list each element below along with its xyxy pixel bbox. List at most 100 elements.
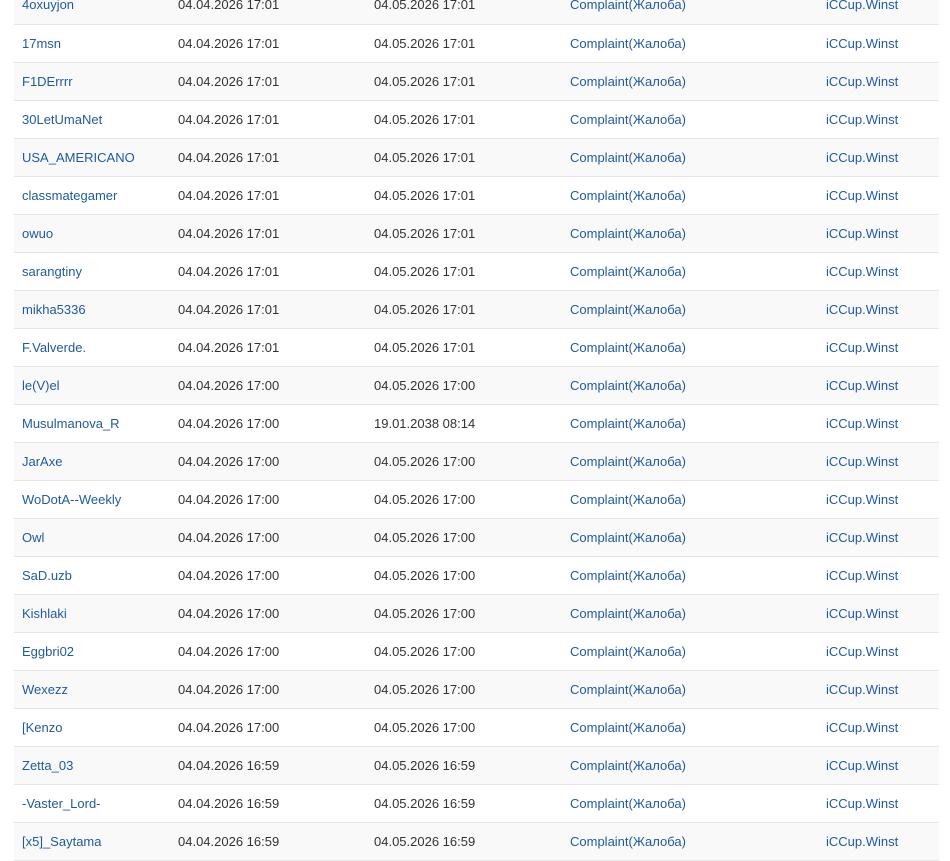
player-name-link[interactable]: Musulmanova_R [22, 416, 120, 431]
player-name-link[interactable]: F1DErrrr [22, 74, 73, 89]
ban-reason-link[interactable]: Complaint(Жалоба) [570, 0, 686, 12]
ban-reason-link[interactable]: Complaint(Жалоба) [570, 454, 686, 469]
ban-reason-link[interactable]: Complaint(Жалоба) [570, 606, 686, 621]
ban-reason-link[interactable]: Complaint(Жалоба) [570, 264, 686, 279]
admin-link[interactable]: iCCup.Winst [826, 302, 898, 317]
admin-link[interactable]: iCCup.Winst [826, 340, 898, 355]
player-name-link[interactable]: WoDotA--Weekly [22, 492, 121, 507]
table-row: SaD.uzb 04.04.2026 17:00 04.05.2026 17:00 C… [14, 556, 939, 594]
player-name-link[interactable]: Kishlaki [22, 606, 67, 621]
player-name-link[interactable]: Zetta_03 [22, 758, 73, 773]
player-name-link[interactable]: USA_AMERICANO [22, 150, 135, 165]
admin-link[interactable]: iCCup.Winst [826, 568, 898, 583]
admin-link[interactable]: iCCup.Winst [826, 416, 898, 431]
player-name-link[interactable]: 4oxuyjon [22, 0, 74, 12]
admin-link[interactable]: iCCup.Winst [826, 758, 898, 773]
admin-link[interactable]: iCCup.Winst [826, 606, 898, 621]
player-name-link[interactable]: F.Valverde. [22, 340, 86, 355]
ban-end-date: 04.05.2026 17:00 [374, 681, 476, 697]
admin-link[interactable]: iCCup.Winst [826, 834, 898, 849]
player-name-link[interactable]: le(V)el [22, 378, 60, 393]
cell-end: 04.05.2026 17:00 [366, 556, 562, 594]
cell-start: 04.04.2026 17:00 [170, 632, 366, 670]
ban-reason-link[interactable]: Complaint(Жалоба) [570, 150, 686, 165]
admin-link[interactable]: iCCup.Winst [826, 264, 898, 279]
player-name-link[interactable]: -Vaster_Lord- [22, 796, 101, 811]
player-name-link[interactable]: Eggbri02 [22, 644, 74, 659]
ban-reason-link[interactable]: Complaint(Жалоба) [570, 492, 686, 507]
cell-reason: Complaint(Жалоба) [562, 214, 818, 252]
cell-reason: Complaint(Жалоба) [562, 518, 818, 556]
cell-admin: iCCup.Winst [818, 252, 939, 290]
ban-reason-link[interactable]: Complaint(Жалоба) [570, 644, 686, 659]
table-row: owuo 04.04.2026 17:01 04.05.2026 17:01 Comp… [14, 214, 939, 252]
ban-start-date: 04.04.2026 17:01 [178, 339, 280, 355]
admin-link[interactable]: iCCup.Winst [826, 74, 898, 89]
cell-name: mikha5336 [14, 290, 170, 328]
cell-name: 4oxuyjon [14, 0, 170, 24]
player-name-link[interactable]: owuo [22, 226, 53, 241]
ban-reason-link[interactable]: Complaint(Жалоба) [570, 834, 686, 849]
cell-admin: iCCup.Winst [818, 480, 939, 518]
admin-link[interactable]: iCCup.Winst [826, 188, 898, 203]
admin-link[interactable]: iCCup.Winst [826, 226, 898, 241]
player-name-link[interactable]: SaD.uzb [22, 568, 72, 583]
cell-end: 04.05.2026 16:59 [366, 746, 562, 784]
admin-link[interactable]: iCCup.Winst [826, 454, 898, 469]
ban-reason-link[interactable]: Complaint(Жалоба) [570, 720, 686, 735]
ban-end-date: 04.05.2026 17:01 [374, 187, 476, 203]
admin-link[interactable]: iCCup.Winst [826, 112, 898, 127]
player-name-link[interactable]: [Kenzo [22, 720, 62, 735]
admin-link[interactable]: iCCup.Winst [826, 150, 898, 165]
admin-link[interactable]: iCCup.Winst [826, 492, 898, 507]
ban-reason-link[interactable]: Complaint(Жалоба) [570, 340, 686, 355]
admin-link[interactable]: iCCup.Winst [826, 378, 898, 393]
cell-name: USA_AMERICANO [14, 138, 170, 176]
cell-name: Zetta_03 [14, 746, 170, 784]
player-name-link[interactable]: Wexezz [22, 682, 68, 697]
ban-reason-link[interactable]: Complaint(Жалоба) [570, 530, 686, 545]
table-row: classmategamer 04.04.2026 17:01 04.05.2026… [14, 176, 939, 214]
ban-reason-link[interactable]: Complaint(Жалоба) [570, 758, 686, 773]
ban-start-date: 04.04.2026 17:01 [178, 225, 280, 241]
ban-start-date: 04.04.2026 17:00 [178, 719, 280, 735]
player-name-link[interactable]: 17msn [22, 36, 61, 51]
ban-reason-link[interactable]: Complaint(Жалоба) [570, 74, 686, 89]
admin-link[interactable]: iCCup.Winst [826, 36, 898, 51]
admin-link[interactable]: iCCup.Winst [826, 796, 898, 811]
cell-end: 04.05.2026 17:00 [366, 632, 562, 670]
ban-reason-link[interactable]: Complaint(Жалоба) [570, 112, 686, 127]
ban-end-date: 04.05.2026 17:01 [374, 301, 476, 317]
cell-reason: Complaint(Жалоба) [562, 708, 818, 746]
ban-reason-link[interactable]: Complaint(Жалоба) [570, 36, 686, 51]
admin-link[interactable]: iCCup.Winst [826, 682, 898, 697]
player-name-link[interactable]: Owl [22, 530, 44, 545]
cell-name: le(V)el [14, 366, 170, 404]
admin-link[interactable]: iCCup.Winst [826, 530, 898, 545]
player-name-link[interactable]: 30LetUmaNet [22, 112, 102, 127]
ban-reason-link[interactable]: Complaint(Жалоба) [570, 188, 686, 203]
player-name-link[interactable]: sarangtiny [22, 264, 82, 279]
ban-reason-link[interactable]: Complaint(Жалоба) [570, 682, 686, 697]
ban-end-date: 04.05.2026 17:00 [374, 529, 476, 545]
admin-link[interactable]: iCCup.Winst [826, 644, 898, 659]
cell-start: 04.04.2026 17:01 [170, 328, 366, 366]
ban-list-table: 4oxuyjon 04.04.2026 17:01 04.05.2026 17:01… [14, 0, 939, 861]
player-name-link[interactable]: mikha5336 [22, 302, 86, 317]
admin-link[interactable]: iCCup.Winst [826, 720, 898, 735]
player-name-link[interactable]: [x5]_Saytama [22, 834, 102, 849]
ban-reason-link[interactable]: Complaint(Жалоба) [570, 568, 686, 583]
cell-start: 04.04.2026 17:01 [170, 100, 366, 138]
ban-end-date: 04.05.2026 17:00 [374, 719, 476, 735]
ban-reason-link[interactable]: Complaint(Жалоба) [570, 378, 686, 393]
cell-start: 04.04.2026 17:00 [170, 594, 366, 632]
ban-reason-link[interactable]: Complaint(Жалоба) [570, 796, 686, 811]
cell-admin: iCCup.Winst [818, 328, 939, 366]
ban-reason-link[interactable]: Complaint(Жалоба) [570, 302, 686, 317]
cell-end: 04.05.2026 17:01 [366, 138, 562, 176]
ban-reason-link[interactable]: Complaint(Жалоба) [570, 416, 686, 431]
admin-link[interactable]: iCCup.Winst [826, 0, 898, 12]
ban-reason-link[interactable]: Complaint(Жалоба) [570, 226, 686, 241]
player-name-link[interactable]: classmategamer [22, 188, 117, 203]
player-name-link[interactable]: JarAxe [22, 454, 62, 469]
